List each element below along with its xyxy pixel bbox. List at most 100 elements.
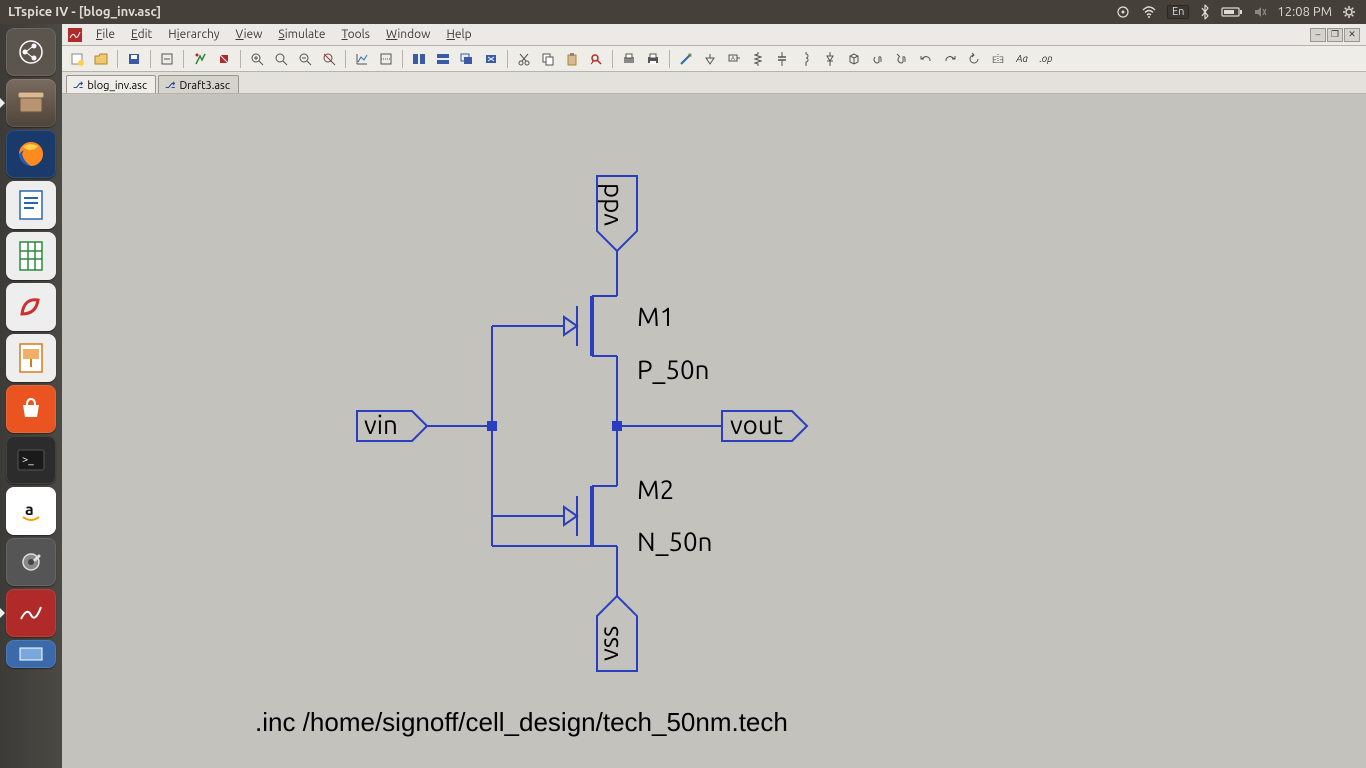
port-vss-label[interactable]: vss bbox=[594, 626, 623, 661]
mdi-controls: ‒ ❐ ✕ bbox=[1310, 28, 1360, 42]
menu-tools[interactable]: Tools bbox=[336, 26, 377, 43]
open-icon[interactable] bbox=[90, 49, 112, 69]
close-all-icon[interactable] bbox=[480, 49, 502, 69]
system-indicators: En 12:08 PM bbox=[1115, 4, 1366, 20]
drag-icon[interactable] bbox=[891, 49, 913, 69]
spice-directive-icon[interactable]: .op bbox=[1035, 49, 1057, 69]
menu-help[interactable]: Help bbox=[440, 26, 477, 43]
toolbar: A EE Aa .op bbox=[62, 46, 1366, 72]
svg-text:>_: >_ bbox=[22, 454, 34, 466]
volume-icon[interactable] bbox=[1253, 5, 1267, 19]
ltspice-icon[interactable] bbox=[6, 589, 56, 637]
capacitor-icon[interactable] bbox=[771, 49, 793, 69]
software-center-icon[interactable] bbox=[6, 385, 56, 433]
tab-draft3[interactable]: ⎇ Draft3.asc bbox=[158, 75, 239, 93]
m2-model[interactable]: N_50n bbox=[637, 527, 713, 556]
bluetooth-icon[interactable] bbox=[1199, 4, 1211, 20]
amazon-icon[interactable]: a bbox=[6, 487, 56, 535]
label-net-icon[interactable]: A bbox=[723, 49, 745, 69]
rotate-icon[interactable] bbox=[963, 49, 985, 69]
search-icon[interactable] bbox=[585, 49, 607, 69]
svg-text:A: A bbox=[731, 55, 735, 62]
tab-label: blog_inv.asc bbox=[87, 80, 147, 92]
pan-icon[interactable] bbox=[270, 49, 292, 69]
ltspice-app-icon bbox=[68, 28, 82, 42]
wifi-icon[interactable] bbox=[1141, 4, 1157, 20]
autorange-icon[interactable] bbox=[351, 49, 373, 69]
component-icon[interactable] bbox=[843, 49, 865, 69]
zoom-fit-icon[interactable] bbox=[318, 49, 340, 69]
system-settings-icon[interactable] bbox=[6, 538, 56, 586]
halt-icon[interactable] bbox=[213, 49, 235, 69]
evince-icon[interactable] bbox=[6, 283, 56, 331]
calc-icon[interactable] bbox=[6, 232, 56, 280]
undo-icon[interactable] bbox=[915, 49, 937, 69]
menu-simulate[interactable]: Simulate bbox=[272, 26, 331, 43]
unity-launcher: >_ a bbox=[0, 24, 62, 768]
window-title: LTspice IV - [blog_inv.asc] bbox=[0, 5, 1115, 19]
new-schematic-icon[interactable] bbox=[66, 49, 88, 69]
writer-icon[interactable] bbox=[6, 181, 56, 229]
zoom-out-icon[interactable] bbox=[294, 49, 316, 69]
port-vdd-label[interactable]: vdd bbox=[594, 183, 623, 226]
dash-icon[interactable] bbox=[6, 28, 56, 76]
svg-text:a: a bbox=[25, 501, 34, 519]
run-icon[interactable] bbox=[189, 49, 211, 69]
impress-icon[interactable] bbox=[6, 334, 56, 382]
mdi-restore-button[interactable]: ❐ bbox=[1327, 28, 1343, 42]
menu-edit[interactable]: Edit bbox=[125, 26, 158, 43]
m1-name[interactable]: M1 bbox=[637, 302, 674, 331]
menu-file[interactable]: File bbox=[90, 26, 121, 43]
battery-icon[interactable] bbox=[1221, 6, 1243, 18]
save-icon[interactable] bbox=[123, 49, 145, 69]
menu-view[interactable]: View bbox=[230, 26, 269, 43]
spice-directive-text[interactable]: .inc /home/signoff/cell_design/tech_50nm… bbox=[255, 707, 788, 738]
toggle-schem-icon[interactable] bbox=[156, 49, 178, 69]
redo-icon[interactable] bbox=[939, 49, 961, 69]
menu-hierarchy[interactable]: Hierarchy bbox=[162, 26, 225, 43]
firefox-icon[interactable] bbox=[6, 130, 56, 178]
ltspice-window: File Edit Hierarchy View Simulate Tools … bbox=[62, 24, 1366, 768]
paste-icon[interactable] bbox=[561, 49, 583, 69]
print-setup-icon[interactable] bbox=[618, 49, 640, 69]
language-indicator[interactable]: En bbox=[1167, 5, 1189, 19]
cut-icon[interactable] bbox=[513, 49, 535, 69]
diode-icon[interactable] bbox=[819, 49, 841, 69]
mdi-minimize-button[interactable]: ‒ bbox=[1310, 28, 1326, 42]
draw-wire-icon[interactable] bbox=[675, 49, 697, 69]
ground-icon[interactable] bbox=[699, 49, 721, 69]
print-icon[interactable] bbox=[642, 49, 664, 69]
terminal-icon[interactable]: >_ bbox=[6, 436, 56, 484]
place-text-icon[interactable]: Aa bbox=[1011, 49, 1033, 69]
mirror-icon[interactable]: EE bbox=[987, 49, 1009, 69]
schematic-tab-icon: ⎇ bbox=[73, 80, 83, 91]
zoom-in-icon[interactable] bbox=[246, 49, 268, 69]
cascade-icon[interactable] bbox=[456, 49, 478, 69]
document-tabs: ⎇ blog_inv.asc ⎇ Draft3.asc bbox=[62, 72, 1366, 94]
port-vout-label[interactable]: vout bbox=[730, 410, 783, 439]
app-generic-icon[interactable] bbox=[6, 640, 56, 668]
schematic-tab-icon: ⎇ bbox=[165, 80, 175, 91]
files-icon[interactable] bbox=[6, 79, 56, 127]
menubar: File Edit Hierarchy View Simulate Tools … bbox=[62, 24, 1366, 46]
schematic-canvas[interactable]: vdd vss vin vout M1 P_50n M2 N_50n .inc … bbox=[62, 94, 1366, 768]
tile-windows-icon[interactable] bbox=[408, 49, 430, 69]
move-icon[interactable] bbox=[867, 49, 889, 69]
inductor-icon[interactable] bbox=[795, 49, 817, 69]
port-vin-label[interactable]: vin bbox=[364, 410, 398, 439]
tile-horiz-icon[interactable] bbox=[432, 49, 454, 69]
menu-window[interactable]: Window bbox=[380, 26, 436, 43]
svg-text:E: E bbox=[999, 55, 1004, 65]
pick-visible-traces-icon[interactable] bbox=[375, 49, 397, 69]
m2-name[interactable]: M2 bbox=[637, 475, 674, 504]
settings-gear-icon[interactable] bbox=[1342, 5, 1356, 19]
keyboard-indicator-icon[interactable] bbox=[1115, 4, 1131, 20]
mdi-close-button[interactable]: ✕ bbox=[1344, 28, 1360, 42]
tab-label: Draft3.asc bbox=[179, 80, 230, 92]
tab-blog-inv[interactable]: ⎇ blog_inv.asc bbox=[66, 75, 156, 93]
m1-model[interactable]: P_50n bbox=[637, 355, 710, 384]
system-top-panel: LTspice IV - [blog_inv.asc] En 12:08 PM bbox=[0, 0, 1366, 24]
clock[interactable]: 12:08 PM bbox=[1277, 5, 1332, 19]
copy-icon[interactable] bbox=[537, 49, 559, 69]
resistor-icon[interactable] bbox=[747, 49, 769, 69]
